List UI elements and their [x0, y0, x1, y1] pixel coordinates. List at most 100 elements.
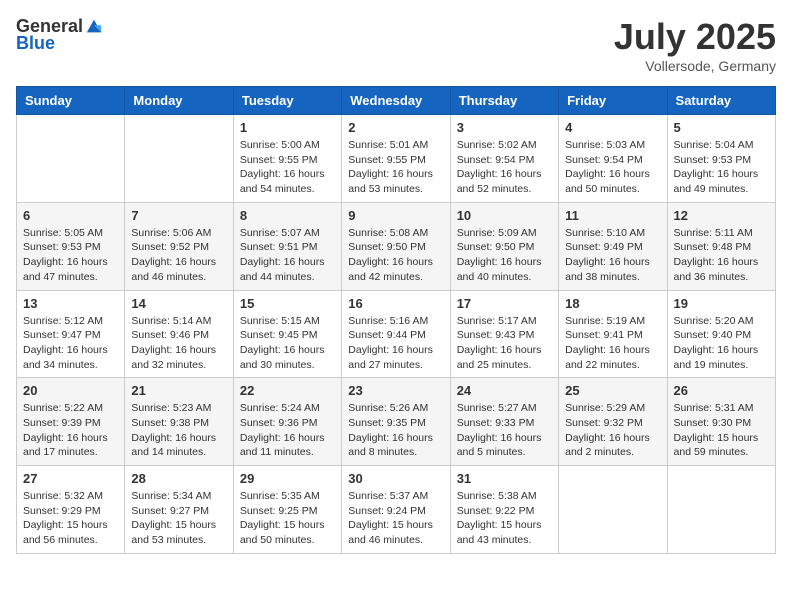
day-number: 1 [240, 120, 335, 135]
day-number: 19 [674, 296, 769, 311]
day-number: 12 [674, 208, 769, 223]
logo: General Blue [16, 16, 103, 54]
calendar-cell: 24 Sunrise: 5:27 AM Sunset: 9:33 PM Dayli… [450, 378, 558, 466]
header-day-thursday: Thursday [450, 87, 558, 115]
day-number: 18 [565, 296, 660, 311]
calendar-week-row: 6 Sunrise: 5:05 AM Sunset: 9:53 PM Daylig… [17, 202, 776, 290]
calendar-cell: 15Sunrise: 5:15 AM Sunset: 9:45 PM Dayli… [233, 290, 341, 378]
day-number: 2 [348, 120, 443, 135]
calendar-cell: 14 Sunrise: 5:14 AM Sunset: 9:46 PM Dayli… [125, 290, 233, 378]
day-info: Sunrise: 5:16 AM Sunset: 9:44 PM Dayligh… [348, 314, 443, 373]
header-day-saturday: Saturday [667, 87, 775, 115]
calendar-cell: 10 Sunrise: 5:09 AM Sunset: 9:50 PM Dayli… [450, 202, 558, 290]
calendar-cell: 5Sunrise: 5:04 AM Sunset: 9:53 PM Daylig… [667, 115, 775, 203]
calendar-cell: 8 Sunrise: 5:07 AM Sunset: 9:51 PM Daylig… [233, 202, 341, 290]
calendar-cell: 19 Sunrise: 5:20 AM Sunset: 9:40 PM Dayli… [667, 290, 775, 378]
calendar-week-row: 20 Sunrise: 5:22 AM Sunset: 9:39 PM Dayli… [17, 378, 776, 466]
day-number: 6 [23, 208, 118, 223]
day-info: Sunrise: 5:29 AM Sunset: 9:32 PM Dayligh… [565, 401, 660, 460]
calendar-cell: 9Sunrise: 5:08 AM Sunset: 9:50 PM Daylig… [342, 202, 450, 290]
calendar-cell [17, 115, 125, 203]
day-number: 16 [348, 296, 443, 311]
day-number: 23 [348, 383, 443, 398]
day-info: Sunrise: 5:12 AM Sunset: 9:47 PM Dayligh… [23, 314, 118, 373]
calendar-cell: 18 Sunrise: 5:19 AM Sunset: 9:41 PM Dayli… [559, 290, 667, 378]
calendar-week-row: 1 Sunrise: 5:00 AM Sunset: 9:55 PM Daylig… [17, 115, 776, 203]
day-number: 8 [240, 208, 335, 223]
day-info: Sunrise: 5:31 AM Sunset: 9:30 PM Dayligh… [674, 401, 769, 460]
day-info: Sunrise: 5:19 AM Sunset: 9:41 PM Dayligh… [565, 314, 660, 373]
day-info: Sunrise: 5:14 AM Sunset: 9:46 PM Dayligh… [131, 314, 226, 373]
day-info: Sunrise: 5:37 AM Sunset: 9:24 PM Dayligh… [348, 489, 443, 548]
calendar-cell: 2 Sunrise: 5:01 AM Sunset: 9:55 PM Daylig… [342, 115, 450, 203]
logo-blue: Blue [16, 33, 55, 54]
day-number: 13 [23, 296, 118, 311]
day-info: Sunrise: 5:32 AM Sunset: 9:29 PM Dayligh… [23, 489, 118, 548]
calendar-cell: 31Sunrise: 5:38 AM Sunset: 9:22 PM Dayli… [450, 466, 558, 554]
day-number: 22 [240, 383, 335, 398]
day-info: Sunrise: 5:03 AM Sunset: 9:54 PM Dayligh… [565, 138, 660, 197]
calendar-cell: 30 Sunrise: 5:37 AM Sunset: 9:24 PM Dayli… [342, 466, 450, 554]
day-number: 30 [348, 471, 443, 486]
calendar-cell: 22 Sunrise: 5:24 AM Sunset: 9:36 PM Dayli… [233, 378, 341, 466]
day-number: 20 [23, 383, 118, 398]
day-number: 26 [674, 383, 769, 398]
day-info: Sunrise: 5:05 AM Sunset: 9:53 PM Dayligh… [23, 226, 118, 285]
header-day-wednesday: Wednesday [342, 87, 450, 115]
calendar-cell: 27Sunrise: 5:32 AM Sunset: 9:29 PM Dayli… [17, 466, 125, 554]
header-day-friday: Friday [559, 87, 667, 115]
calendar-cell: 20 Sunrise: 5:22 AM Sunset: 9:39 PM Dayli… [17, 378, 125, 466]
day-info: Sunrise: 5:17 AM Sunset: 9:43 PM Dayligh… [457, 314, 552, 373]
title-area: July 2025 Vollersode, Germany [614, 16, 776, 74]
day-info: Sunrise: 5:15 AM Sunset: 9:45 PM Dayligh… [240, 314, 335, 373]
calendar-cell [667, 466, 775, 554]
header-day-sunday: Sunday [17, 87, 125, 115]
day-info: Sunrise: 5:00 AM Sunset: 9:55 PM Dayligh… [240, 138, 335, 197]
calendar-cell: 12 Sunrise: 5:11 AM Sunset: 9:48 PM Dayli… [667, 202, 775, 290]
calendar-cell: 1 Sunrise: 5:00 AM Sunset: 9:55 PM Daylig… [233, 115, 341, 203]
day-info: Sunrise: 5:38 AM Sunset: 9:22 PM Dayligh… [457, 489, 552, 548]
day-info: Sunrise: 5:24 AM Sunset: 9:36 PM Dayligh… [240, 401, 335, 460]
header-day-tuesday: Tuesday [233, 87, 341, 115]
page-header: General Blue July 2025 Vollersode, Germa… [16, 16, 776, 74]
day-info: Sunrise: 5:23 AM Sunset: 9:38 PM Dayligh… [131, 401, 226, 460]
day-info: Sunrise: 5:34 AM Sunset: 9:27 PM Dayligh… [131, 489, 226, 548]
calendar-week-row: 13 Sunrise: 5:12 AM Sunset: 9:47 PM Dayli… [17, 290, 776, 378]
day-info: Sunrise: 5:09 AM Sunset: 9:50 PM Dayligh… [457, 226, 552, 285]
day-info: Sunrise: 5:10 AM Sunset: 9:49 PM Dayligh… [565, 226, 660, 285]
day-number: 17 [457, 296, 552, 311]
calendar-cell: 4 Sunrise: 5:03 AM Sunset: 9:54 PM Daylig… [559, 115, 667, 203]
day-number: 10 [457, 208, 552, 223]
day-info: Sunrise: 5:01 AM Sunset: 9:55 PM Dayligh… [348, 138, 443, 197]
day-info: Sunrise: 5:26 AM Sunset: 9:35 PM Dayligh… [348, 401, 443, 460]
day-info: Sunrise: 5:07 AM Sunset: 9:51 PM Dayligh… [240, 226, 335, 285]
calendar-cell: 26 Sunrise: 5:31 AM Sunset: 9:30 PM Dayli… [667, 378, 775, 466]
day-number: 24 [457, 383, 552, 398]
calendar-cell: 6 Sunrise: 5:05 AM Sunset: 9:53 PM Daylig… [17, 202, 125, 290]
calendar-cell: 28Sunrise: 5:34 AM Sunset: 9:27 PM Dayli… [125, 466, 233, 554]
day-info: Sunrise: 5:22 AM Sunset: 9:39 PM Dayligh… [23, 401, 118, 460]
day-info: Sunrise: 5:08 AM Sunset: 9:50 PM Dayligh… [348, 226, 443, 285]
day-number: 21 [131, 383, 226, 398]
header-day-monday: Monday [125, 87, 233, 115]
day-number: 4 [565, 120, 660, 135]
calendar-cell: 23 Sunrise: 5:26 AM Sunset: 9:35 PM Dayli… [342, 378, 450, 466]
calendar-cell: 21 Sunrise: 5:23 AM Sunset: 9:38 PM Dayli… [125, 378, 233, 466]
calendar-cell: 11 Sunrise: 5:10 AM Sunset: 9:49 PM Dayli… [559, 202, 667, 290]
day-info: Sunrise: 5:20 AM Sunset: 9:40 PM Dayligh… [674, 314, 769, 373]
day-number: 14 [131, 296, 226, 311]
calendar-week-row: 27Sunrise: 5:32 AM Sunset: 9:29 PM Dayli… [17, 466, 776, 554]
calendar-cell: 16 Sunrise: 5:16 AM Sunset: 9:44 PM Dayli… [342, 290, 450, 378]
day-info: Sunrise: 5:04 AM Sunset: 9:53 PM Dayligh… [674, 138, 769, 197]
calendar-cell: 17 Sunrise: 5:17 AM Sunset: 9:43 PM Dayli… [450, 290, 558, 378]
day-number: 11 [565, 208, 660, 223]
calendar-cell: 7Sunrise: 5:06 AM Sunset: 9:52 PM Daylig… [125, 202, 233, 290]
day-info: Sunrise: 5:02 AM Sunset: 9:54 PM Dayligh… [457, 138, 552, 197]
day-number: 25 [565, 383, 660, 398]
day-info: Sunrise: 5:11 AM Sunset: 9:48 PM Dayligh… [674, 226, 769, 285]
calendar-cell [125, 115, 233, 203]
day-info: Sunrise: 5:27 AM Sunset: 9:33 PM Dayligh… [457, 401, 552, 460]
calendar-cell: 29Sunrise: 5:35 AM Sunset: 9:25 PM Dayli… [233, 466, 341, 554]
calendar-table: SundayMondayTuesdayWednesdayThursdayFrid… [16, 86, 776, 554]
calendar-cell: 3Sunrise: 5:02 AM Sunset: 9:54 PM Daylig… [450, 115, 558, 203]
